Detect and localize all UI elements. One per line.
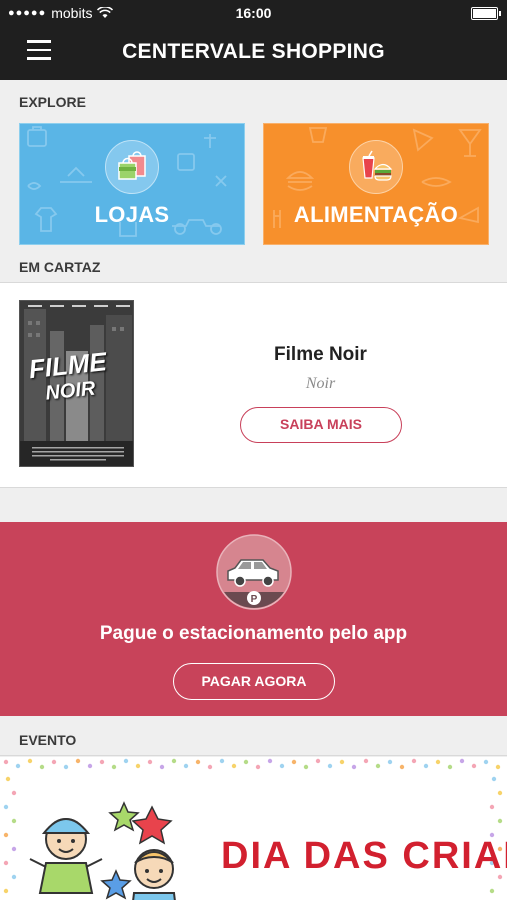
movie-card: FILME NOIR Filme Noir Noir SAIBA MAIS: [0, 283, 507, 487]
shopping-bags-icon: [118, 151, 146, 180]
movie-poster[interactable]: FILME NOIR: [19, 300, 134, 467]
section-title-evento: EVENTO: [19, 732, 77, 748]
saiba-mais-button[interactable]: SAIBA MAIS: [240, 407, 402, 443]
section-title-em-cartaz: EM CARTAZ: [19, 259, 101, 275]
parking-message: Pague o estacionamento pelo app: [99, 623, 408, 644]
movie-genre: Noir: [305, 375, 336, 392]
tile-label-lojas: LOJAS: [94, 202, 170, 227]
kids-illustration-icon: [29, 801, 176, 900]
status-time: 16:00: [235, 5, 272, 21]
tile-label-alimentacao: ALIMENTAÇÃO: [293, 202, 459, 227]
status-bar: ●●●●● mobits 16:00: [0, 0, 507, 26]
pagar-agora-button[interactable]: PAGAR AGORA: [173, 663, 335, 700]
tile-alimentacao[interactable]: ALIMENTAÇÃO: [263, 123, 489, 245]
parking-banner: P Pague o estacionamento pelo app PAGAR …: [0, 522, 507, 716]
svg-text:P: P: [251, 594, 258, 605]
tile-badge: [105, 140, 159, 194]
section-title-explore: EXPLORE: [19, 94, 86, 110]
divider: [0, 755, 507, 756]
food-icon: [362, 150, 393, 181]
event-banner[interactable]: DIA DAS CRIANÇAS: [0, 757, 507, 900]
battery-icon: [471, 7, 501, 20]
poster-title: FILME NOIR: [27, 346, 133, 408]
movie-title: Filme Noir: [274, 344, 367, 365]
tile-badge: [349, 140, 403, 194]
divider: [0, 487, 507, 488]
app-header: CENTERVALE SHOPPING: [0, 26, 507, 80]
parking-car-icon: P: [216, 534, 292, 610]
tile-lojas[interactable]: LOJAS: [19, 123, 245, 245]
app-title: CENTERVALE SHOPPING: [122, 40, 385, 63]
event-title: DIA DAS CRIANÇAS: [221, 835, 507, 877]
